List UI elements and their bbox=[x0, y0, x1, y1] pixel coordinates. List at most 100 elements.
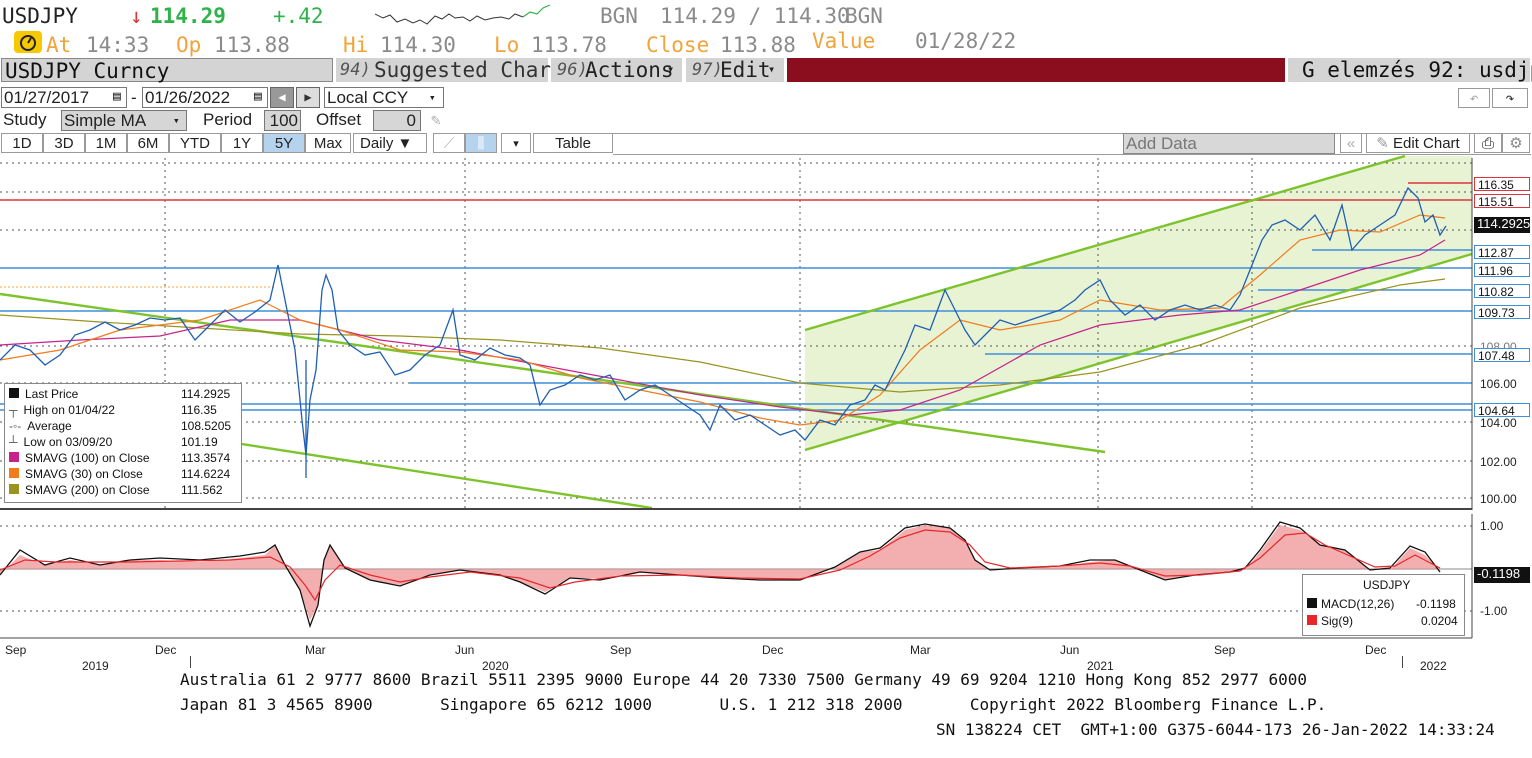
settings-gear-icon[interactable]: ⚙ bbox=[1502, 133, 1530, 153]
actions-menu[interactable]: 96) Actions ▾ bbox=[551, 58, 682, 82]
security-field[interactable]: USDJPY Curncy bbox=[1, 58, 333, 83]
legend-low: ┴ Low on 03/09/20 bbox=[9, 435, 112, 449]
xtick-sep-2021: Sep bbox=[1214, 643, 1236, 657]
redo-button[interactable]: ↷ bbox=[1492, 88, 1528, 108]
macd-legend-value: -0.1198 bbox=[1416, 597, 1456, 611]
value-label: Value bbox=[812, 29, 876, 53]
study-select[interactable]: Simple MA bbox=[61, 110, 187, 131]
gauge-icon[interactable] bbox=[14, 31, 42, 53]
offset-field[interactable]: 0 bbox=[373, 110, 421, 131]
bar-chart-icon[interactable]: ⫼ bbox=[465, 133, 497, 153]
undo-button[interactable]: ↶ bbox=[1458, 88, 1490, 108]
legend-value-average: 108.5205 bbox=[181, 419, 232, 433]
range-3d-button[interactable]: 3D bbox=[43, 133, 85, 153]
range-ytd-button[interactable]: YTD bbox=[169, 133, 221, 153]
legend-value-low: 101.19 bbox=[181, 435, 218, 449]
ticker: USDJPY bbox=[2, 4, 78, 28]
legend-swatch-sma200 bbox=[9, 484, 19, 494]
resistance-lines bbox=[0, 182, 1472, 201]
legend-label-sma100: SMAVG (100) on Close bbox=[25, 451, 150, 465]
legend-swatch-signal bbox=[1307, 615, 1317, 625]
frequency-select[interactable]: Daily ▼ bbox=[353, 133, 427, 153]
quote-source: BGN bbox=[600, 4, 638, 28]
macd-legend-title: USDJPY bbox=[1363, 578, 1411, 592]
chart-title: G elemzés 92: usdjpy bbox=[1302, 58, 1532, 82]
range-max-button[interactable]: Max bbox=[305, 133, 351, 153]
legend-average: -◦- Average bbox=[9, 419, 72, 433]
xtick-mar-2020: Mar bbox=[305, 643, 326, 657]
year-2022: 2022 bbox=[1420, 659, 1447, 673]
high-label: Hi bbox=[343, 33, 369, 57]
currency-value: Local CCY bbox=[327, 88, 409, 107]
study-value: Simple MA bbox=[64, 111, 147, 130]
legend-swatch-sma100 bbox=[9, 452, 19, 462]
tag-high: 116.35 bbox=[1474, 177, 1530, 192]
year-2019: 2019 bbox=[82, 659, 109, 673]
period-field[interactable]: 100 bbox=[264, 110, 301, 131]
currency-select[interactable]: Local CCY bbox=[324, 87, 444, 108]
at-label: At bbox=[46, 33, 72, 57]
collapse-icon[interactable]: « bbox=[1340, 133, 1362, 153]
range-1m-button[interactable]: 1M bbox=[85, 133, 127, 153]
footer-phones-2: Japan 81 3 4565 8900 Singapore 65 6212 1… bbox=[180, 695, 1327, 714]
end-date: 01/26/2022 bbox=[145, 88, 231, 107]
end-date-field[interactable]: 01/26/2022 bbox=[142, 87, 268, 108]
macd-legend-signal: Sig(9) bbox=[1307, 614, 1353, 628]
bid-ask: 114.29 / 114.30 bbox=[660, 4, 850, 28]
legend-value-sma200: 111.562 bbox=[181, 483, 223, 497]
legend-label-last: Last Price bbox=[25, 387, 79, 401]
edit-chart-button[interactable]: ✎ Edit Chart bbox=[1366, 133, 1470, 153]
macd-last-tag: -0.1198 bbox=[1474, 567, 1530, 583]
legend-high: ┬ High on 01/04/22 bbox=[9, 403, 115, 417]
legend-label-sma200: SMAVG (200) on Close bbox=[25, 483, 150, 497]
edit-pencil-icon: ✎ bbox=[1376, 135, 1389, 152]
start-date-field[interactable]: 01/27/2017 bbox=[1, 87, 127, 108]
legend-label-sma30: SMAVG (30) on Close bbox=[25, 467, 143, 481]
export-icon[interactable]: ⎙ bbox=[1474, 133, 1502, 153]
legend-swatch-macd bbox=[1307, 598, 1317, 608]
calendar-icon[interactable]: ▤ bbox=[113, 89, 121, 104]
legend-swatch-last bbox=[9, 388, 19, 398]
legend-value-sma30: 114.6224 bbox=[181, 467, 231, 481]
edit-label: Edit bbox=[720, 58, 771, 82]
year-divider-2022 bbox=[1402, 656, 1403, 668]
pencil-icon[interactable]: ✎ bbox=[431, 110, 441, 129]
xtick-mar-2021: Mar bbox=[910, 643, 931, 657]
add-data-field[interactable]: Add Data bbox=[1123, 133, 1335, 154]
legend-label-average: Average bbox=[27, 419, 72, 433]
line-chart-icon[interactable]: ⟋ bbox=[433, 133, 465, 153]
tag-support-3: 110.82 bbox=[1474, 284, 1530, 299]
open-value: 113.88 bbox=[214, 33, 290, 57]
range-5y-button[interactable]: 5Y bbox=[263, 133, 305, 153]
value-date: 01/28/22 bbox=[915, 29, 1017, 53]
offset-value: 0 bbox=[406, 111, 416, 130]
date-dash: - bbox=[131, 88, 137, 107]
xtick-jun-2020: Jun bbox=[455, 643, 475, 657]
edit-menu[interactable]: 97) Edit ▾ bbox=[686, 58, 784, 82]
macd-ytick-1: 1.00 bbox=[1480, 519, 1504, 533]
year-divider-2020 bbox=[190, 656, 191, 668]
price-legend: Last Price 114.2925 ┬ High on 01/04/22 11… bbox=[4, 383, 242, 503]
legend-value-last: 114.2925 bbox=[181, 387, 231, 401]
quote-source-2: BGN bbox=[845, 4, 883, 28]
menu-bar: USDJPY Curncy 94) Suggested Charts 96) A… bbox=[0, 58, 1532, 83]
range-1d-button[interactable]: 1D bbox=[1, 133, 43, 153]
currency-caret-icon: ▾ bbox=[429, 91, 436, 104]
table-button[interactable]: Table bbox=[533, 133, 613, 153]
calendar-icon-2[interactable]: ▤ bbox=[254, 89, 262, 104]
prev-period-button[interactable]: ◀ bbox=[270, 87, 294, 108]
legend-value-sma100: 113.3574 bbox=[181, 451, 231, 465]
next-period-button[interactable]: ▶ bbox=[296, 87, 320, 108]
start-date: 01/27/2017 bbox=[4, 88, 90, 107]
chart-type-caret-icon[interactable]: ▾ bbox=[501, 133, 531, 153]
macd-legend: USDJPY MACD(12,26) -0.1198 Sig(9) 0.0204 bbox=[1302, 574, 1465, 636]
suggested-charts-menu[interactable]: 94) Suggested Charts bbox=[336, 58, 576, 82]
legend-value-high: 116.35 bbox=[181, 403, 217, 417]
range-6m-button[interactable]: 6M bbox=[127, 133, 169, 153]
price-change: +.42 bbox=[273, 4, 324, 28]
range-1y-button[interactable]: 1Y bbox=[221, 133, 263, 153]
legend-sma200: SMAVG (200) on Close bbox=[9, 483, 150, 497]
tag-support-4: 109.73 bbox=[1474, 305, 1530, 320]
actions-caret-icon: ▾ bbox=[667, 62, 675, 76]
xtick-dec-2020: Dec bbox=[762, 643, 784, 657]
